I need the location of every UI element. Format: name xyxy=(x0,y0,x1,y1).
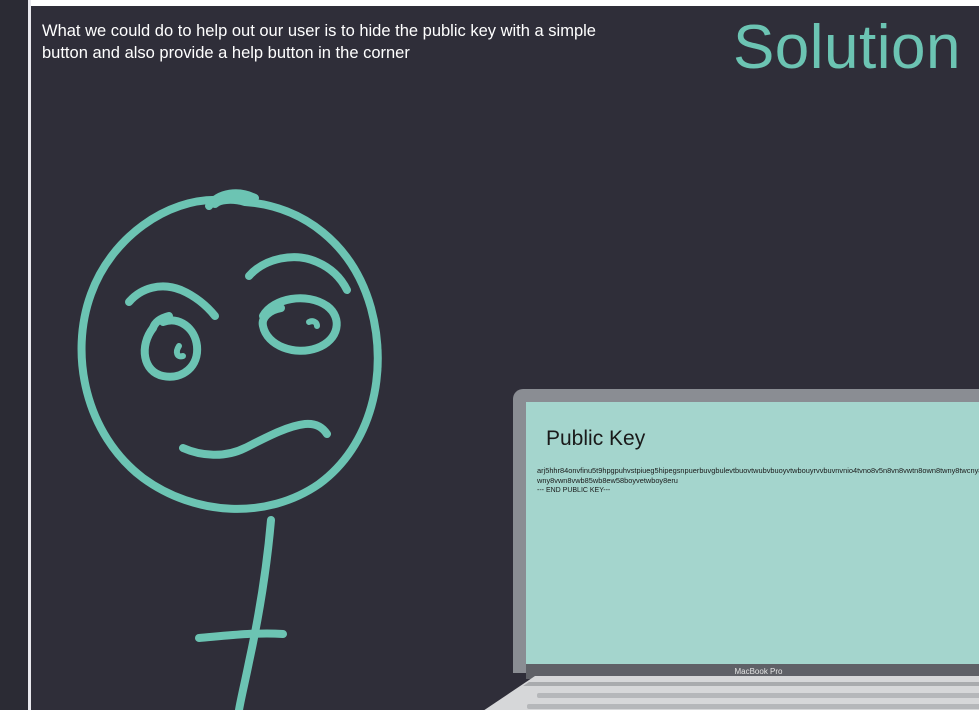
thinking-stick-figure-icon xyxy=(77,189,382,710)
laptop-lid: Public Key arj5hhr84onvfinu5t9hpgpuhvstp… xyxy=(513,389,979,673)
public-key-text: arj5hhr84onvfinu5t9hpgpuhvstpiueg5hipegs… xyxy=(537,466,979,485)
slide-title: Solution xyxy=(732,13,961,82)
laptop-keyboard-base xyxy=(484,676,979,710)
slide: What we could do to help out our user is… xyxy=(0,0,979,710)
laptop-screen: Public Key arj5hhr84onvfinu5t9hpgpuhvstp… xyxy=(526,402,979,664)
screen-title: Public Key xyxy=(546,427,646,450)
public-key-footer: --- END PUBLIC KEY--- xyxy=(537,487,611,494)
left-panel-edge xyxy=(0,0,28,710)
slide-board: What we could do to help out our user is… xyxy=(31,6,979,710)
slide-body-text: What we could do to help out our user is… xyxy=(42,22,596,62)
laptop: Public Key arj5hhr84onvfinu5t9hpgpuhvstp… xyxy=(471,389,979,710)
